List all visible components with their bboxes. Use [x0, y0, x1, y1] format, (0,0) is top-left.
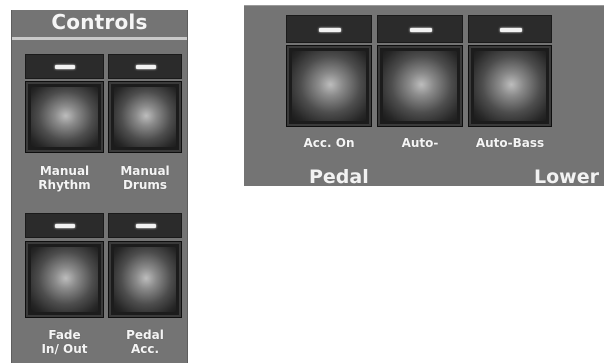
auto-led-strip	[377, 15, 463, 43]
auto-label: Auto-	[401, 136, 439, 150]
manual-rhythm-led-indicator	[55, 65, 75, 69]
fade-in-out-led-strip	[25, 213, 104, 238]
auto-bass-pad-face	[474, 51, 546, 121]
auto-bass-led-strip	[468, 15, 552, 43]
acc-on-pad-face	[292, 51, 366, 121]
manual-rhythm-label: Manual Rhythm	[38, 164, 91, 192]
acc-on-label: Acc. On	[303, 136, 355, 150]
auto-led-indicator	[410, 28, 432, 32]
manual-drums-led-strip	[108, 54, 182, 79]
manual-drums-pad-face	[114, 87, 176, 147]
manual-drums-button[interactable]: Manual Drums	[108, 54, 182, 204]
auto-button[interactable]: Auto-	[377, 15, 463, 155]
pedal-acc-pad[interactable]	[108, 241, 182, 318]
controls-panel-title: Controls	[51, 10, 148, 34]
manual-rhythm-pad[interactable]	[25, 81, 104, 153]
auto-pad[interactable]	[377, 45, 463, 127]
pedal-section-label: Pedal	[309, 166, 369, 186]
acc-on-led-indicator	[319, 28, 341, 32]
manual-rhythm-pad-face	[31, 87, 98, 147]
manual-rhythm-button[interactable]: Manual Rhythm	[25, 54, 104, 204]
auto-bass-label: Auto-Bass	[475, 136, 545, 150]
accompaniment-panel: Acc. On Auto- Auto-Bass Pedal Lower V	[244, 5, 604, 186]
pedal-acc-label: Pedal Acc.	[126, 328, 164, 356]
lower-section-label: Lower V	[534, 166, 604, 186]
manual-rhythm-led-strip	[25, 54, 104, 79]
title-divider	[12, 37, 187, 40]
acc-on-button[interactable]: Acc. On	[286, 15, 372, 155]
organ-panel-screenshot: Controls Manual Rhythm Manual Drums Fade…	[0, 0, 604, 363]
manual-drums-led-indicator	[136, 65, 156, 69]
fade-in-out-button[interactable]: Fade In/ Out	[25, 213, 104, 363]
acc-on-led-strip	[286, 15, 372, 43]
manual-drums-label: Manual Drums	[120, 164, 170, 192]
fade-in-out-label: Fade In/ Out	[41, 328, 88, 356]
fade-in-out-led-indicator	[55, 224, 75, 228]
auto-bass-button[interactable]: Auto-Bass	[468, 15, 552, 155]
auto-pad-face	[383, 51, 457, 121]
fade-in-out-pad-face	[31, 247, 98, 312]
pedal-acc-pad-face	[114, 247, 176, 312]
controls-panel: Controls Manual Rhythm Manual Drums Fade…	[11, 10, 188, 363]
auto-bass-pad[interactable]	[468, 45, 552, 127]
manual-drums-pad[interactable]	[108, 81, 182, 153]
pedal-acc-button[interactable]: Pedal Acc.	[108, 213, 182, 363]
pedal-acc-led-strip	[108, 213, 182, 238]
acc-on-pad[interactable]	[286, 45, 372, 127]
auto-bass-led-indicator	[500, 28, 522, 32]
pedal-acc-led-indicator	[136, 224, 156, 228]
fade-in-out-pad[interactable]	[25, 241, 104, 318]
